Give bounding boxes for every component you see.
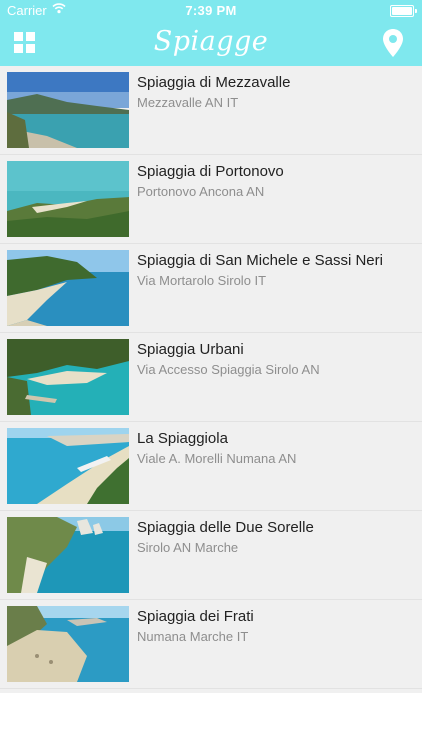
beach-name: Spiaggia dei Frati — [137, 608, 254, 625]
beach-thumbnail — [7, 72, 129, 148]
beach-name: Spiaggia di Mezzavalle — [137, 74, 291, 91]
list-item[interactable]: Spiaggia Urbani Via Accesso Spiaggia Sir… — [0, 333, 422, 422]
list-item[interactable]: Spiaggia dei Frati Numana Marche IT — [0, 600, 422, 689]
beach-thumbnail — [7, 339, 129, 415]
beach-address: Via Mortarolo Sirolo IT — [137, 273, 267, 288]
beach-name: Spiaggia di San Michele e Sassi Neri — [137, 252, 383, 269]
beach-address: Viale A. Morelli Numana AN — [137, 451, 297, 466]
beach-name: Spiaggia delle Due Sorelle — [137, 519, 314, 536]
beach-address: Numana Marche IT — [137, 629, 249, 644]
page-title: Spiagge — [153, 26, 269, 57]
beach-name: Spiaggia di Portonovo — [137, 163, 284, 180]
grid-icon[interactable] — [14, 32, 36, 54]
app-header: Carrier 7:39 PM Spiagge — [0, 0, 422, 66]
beach-name: La Spiaggiola — [137, 430, 228, 447]
list-item[interactable]: Spiaggia di San Michele e Sassi Neri Via… — [0, 244, 422, 333]
beach-list: Spiaggia di Mezzavalle Mezzavalle AN IT … — [0, 66, 422, 693]
list-item[interactable]: Spiaggia di Mezzavalle Mezzavalle AN IT — [0, 66, 422, 155]
status-time: 7:39 PM — [185, 3, 237, 18]
beach-thumbnail — [7, 250, 129, 326]
beach-thumbnail — [7, 428, 129, 504]
beach-thumbnail — [7, 517, 129, 593]
navigation-bar: Spiagge — [0, 22, 422, 66]
battery-icon — [390, 5, 417, 17]
beach-address: Sirolo AN Marche — [137, 540, 239, 555]
list-item[interactable]: Spiaggia delle Due Sorelle Sirolo AN Mar… — [0, 511, 422, 600]
beach-address: Portonovo Ancona AN — [137, 184, 265, 199]
list-item[interactable]: Spiaggia di Portonovo Portonovo Ancona A… — [0, 155, 422, 244]
list-item[interactable]: La Spiaggiola Viale A. Morelli Numana AN — [0, 422, 422, 511]
empty-footer-area — [0, 693, 422, 750]
beach-thumbnail — [7, 161, 129, 237]
beach-name: Spiaggia Urbani — [137, 341, 244, 358]
beach-thumbnail — [7, 606, 129, 682]
status-bar: Carrier 7:39 PM — [0, 0, 422, 22]
beach-address: Via Accesso Spiaggia Sirolo AN — [137, 362, 320, 377]
location-pin-icon[interactable] — [382, 28, 404, 58]
beach-address: Mezzavalle AN IT — [137, 95, 239, 110]
